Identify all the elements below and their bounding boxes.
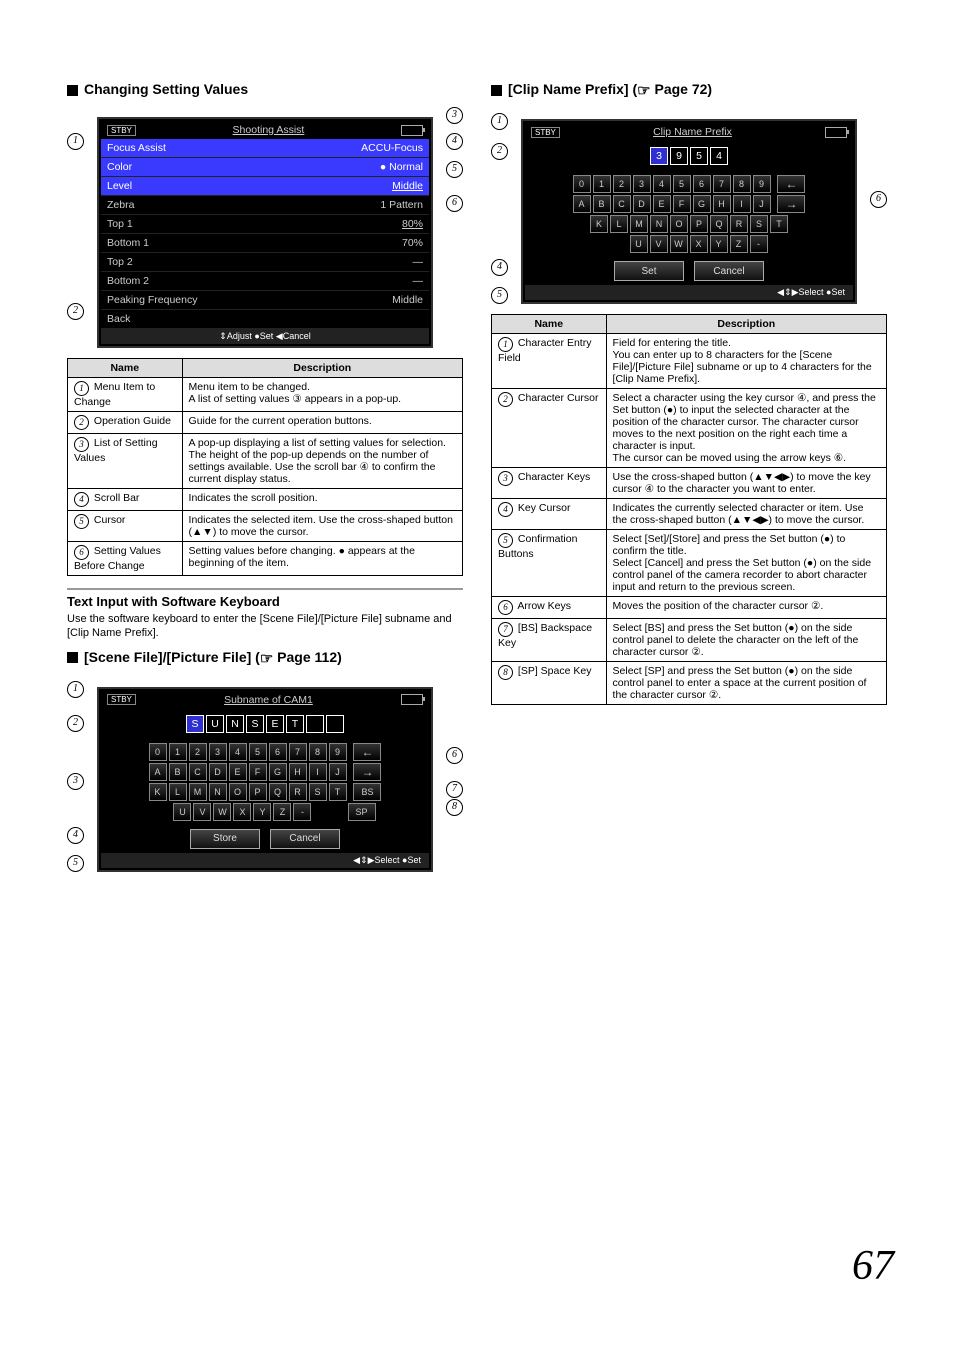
figure-kb2: 1 2 4 5 6 STBYClip Name Prefix 3954 0123… (491, 109, 887, 314)
heading-text-input: Text Input with Software Keyboard (67, 588, 463, 609)
table-settings: NameDescription 1 Menu Item to ChangeMen… (67, 358, 463, 576)
heading-clip-prefix: [Clip Name Prefix] (☞ Page 72) (491, 81, 887, 99)
figure-settings-menu: 1 3 4 5 6 2 STBYShooting Assist Focus As… (67, 107, 463, 358)
text-input-description: Use the software keyboard to enter the [… (67, 613, 463, 641)
figure-kb1: 1 2 3 4 5 6 7 8 STBYSubname of CAM1 SUNS… (67, 677, 463, 882)
table-keyboard: NameDescription 1 Character Entry FieldF… (491, 314, 887, 705)
entry-field-2: 3954 (525, 141, 853, 171)
keyboard-grid: 0123456789 ← ABCDEFGHIJ → KLMNOPQRST BS … (101, 739, 429, 825)
keyboard-grid-2: 0123456789 ← ABCDEFGHIJ → KLMNOPQRST UVW… (525, 171, 853, 257)
menu-rows: Focus AssistACCU-Focus Color● Normal Lev… (101, 139, 429, 329)
heading-scene-file: [Scene File]/[Picture File] (☞ Page 112) (67, 649, 463, 667)
page-number: 67 (852, 1242, 894, 1290)
heading-changing-values: Changing Setting Values (67, 81, 463, 97)
entry-field: SUNSET (101, 709, 429, 739)
camera-menu: STBYShooting Assist Focus AssistACCU-Foc… (97, 117, 433, 348)
